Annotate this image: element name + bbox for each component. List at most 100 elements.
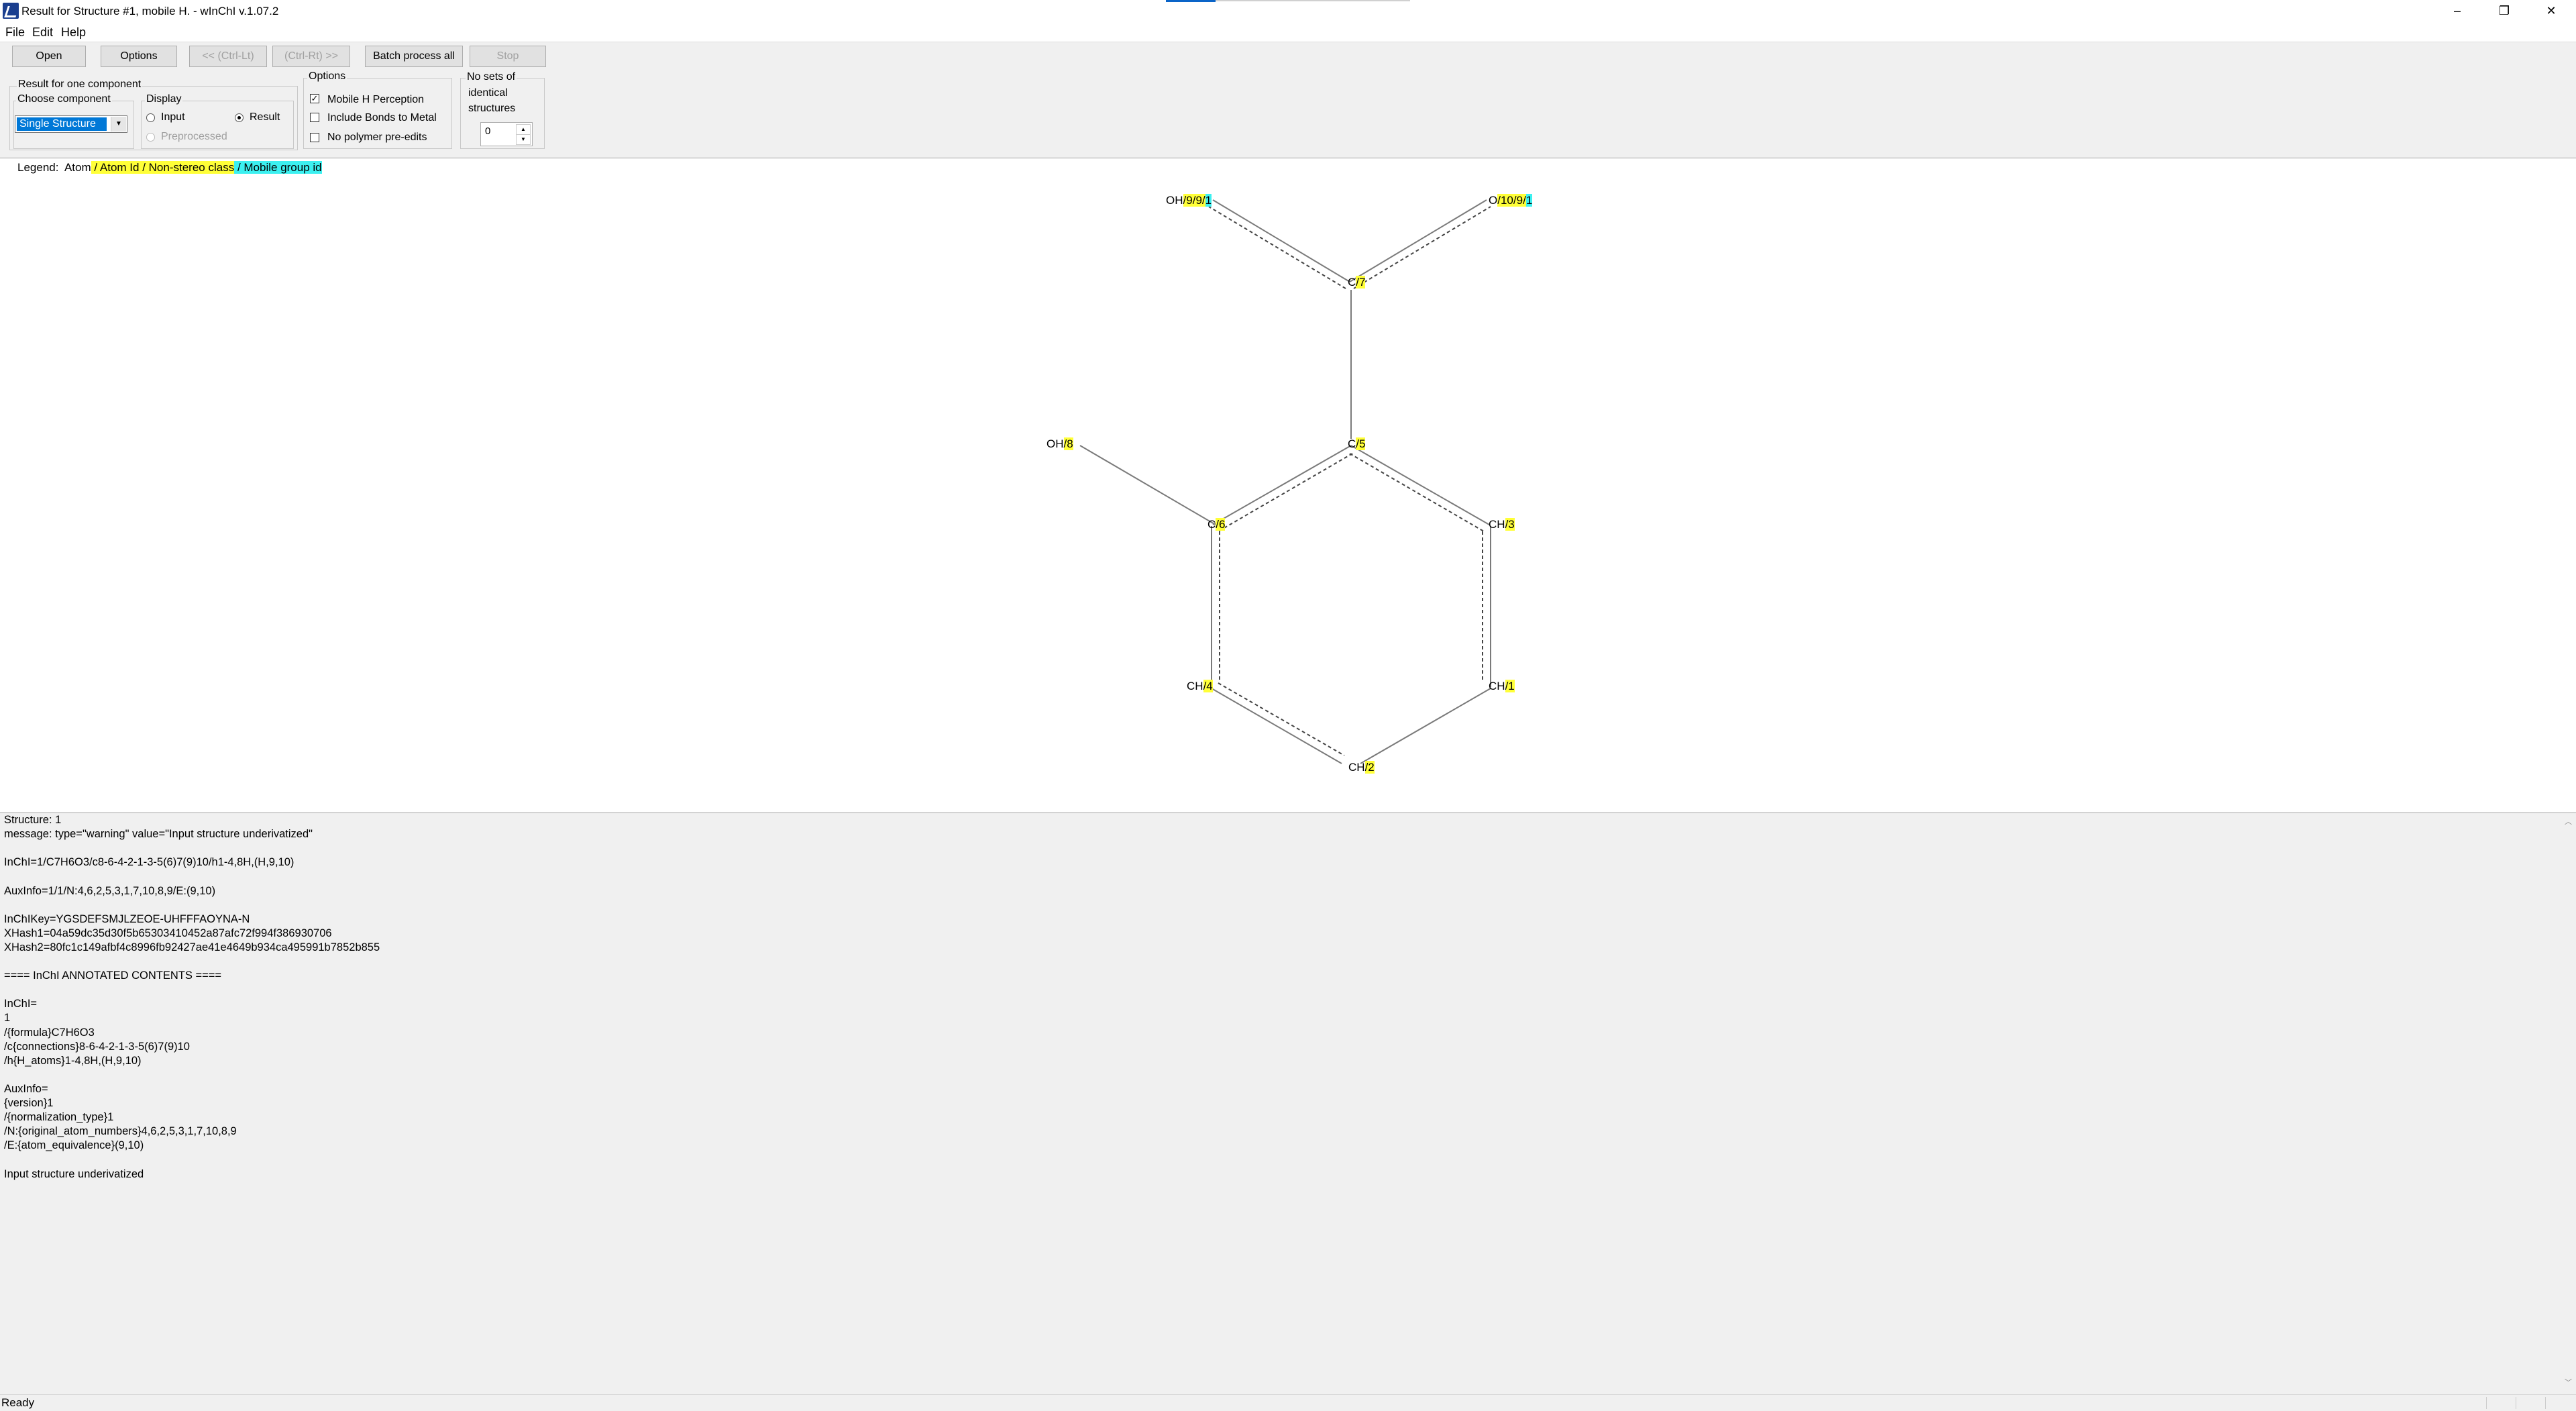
atom-symbol: CH — [1348, 761, 1365, 774]
window-title: Result for Structure #1, mobile H. - wIn… — [21, 5, 279, 17]
legend-atom: Atom — [64, 161, 91, 174]
close-button[interactable]: ✕ — [2528, 0, 2575, 23]
scroll-down-icon[interactable]: ﹀ — [2565, 1377, 2572, 1388]
output-line: AuxInfo= — [4, 1082, 48, 1095]
menu-edit[interactable]: Edit — [32, 25, 53, 40]
result-group-title: Result for one component — [17, 79, 143, 91]
input-radio-label: Input — [161, 111, 185, 123]
spin-down-icon[interactable]: ▼ — [516, 134, 531, 145]
open-button[interactable]: Open — [12, 46, 86, 67]
atom-symbol: C — [1208, 518, 1216, 531]
atom-mobile-group: 1 — [1205, 194, 1212, 207]
atom-ch3: CH/3 — [1489, 518, 1515, 531]
output-line: message: type="warning" value="Input str… — [4, 828, 313, 841]
legend: Legend: Atom / Atom Id / Non-stereo clas… — [17, 161, 322, 174]
legend-mobile-group: Mobile group id — [244, 161, 322, 174]
no-polymer-checkbox[interactable] — [310, 133, 319, 142]
atom-id: 10 — [1500, 194, 1513, 207]
output-textarea[interactable] — [0, 813, 2561, 1394]
output-line: XHash2=80fc1c149afbf4c8996fb92427ae41e46… — [4, 941, 380, 953]
spin-up-icon[interactable]: ▲ — [516, 124, 531, 135]
identical-line3: structures — [468, 103, 516, 114]
output-line: Input structure underivatized — [4, 1167, 144, 1180]
next-structure-button[interactable]: (Ctrl-Rt) >> — [272, 46, 350, 67]
status-pane-2 — [2516, 1397, 2546, 1409]
atom-symbol: CH — [1489, 518, 1505, 531]
title-bar — [0, 0, 2576, 23]
atom-ch1: CH/1 — [1489, 680, 1515, 692]
options-button[interactable]: Options — [101, 46, 177, 67]
atom-id: 4 — [1206, 680, 1213, 692]
atom-id: 6 — [1219, 518, 1226, 531]
output-line: XHash1=04a59dc35d30f5b65303410452a87afc7… — [4, 927, 332, 939]
legend-sep1: / — [91, 161, 100, 174]
batch-process-button[interactable]: Batch process all — [365, 46, 463, 67]
output-scrollbar[interactable]: ︿ ﹀ — [2561, 813, 2576, 1394]
atom-id: 2 — [1368, 761, 1375, 774]
app-icon — [3, 3, 19, 19]
atom-id: 8 — [1067, 437, 1073, 450]
atom-id: 5 — [1359, 437, 1366, 450]
output-line: InChI=1/C7H6O3/c8-6-4-2-1-3-5(6)7(9)10/h… — [4, 856, 294, 869]
restore-button[interactable]: ❐ — [2481, 0, 2528, 23]
minimize-button[interactable]: – — [2434, 0, 2481, 23]
atom-c7: C/7 — [1348, 276, 1366, 289]
input-radio[interactable] — [146, 113, 155, 122]
legend-sep2: / — [139, 161, 149, 174]
atom-o10: O/10/9/1 — [1489, 194, 1533, 207]
atom-symbol: OH — [1166, 194, 1183, 207]
atom-mobile-group: 1 — [1525, 194, 1533, 207]
status-bar — [0, 1394, 2576, 1411]
mobile-h-label: Mobile H Perception — [327, 94, 425, 105]
atom-id: 3 — [1508, 518, 1515, 531]
output-line: /{normalization_type}1 — [4, 1111, 114, 1124]
mobile-h-checkbox[interactable]: ✓ — [310, 94, 319, 103]
menu-file[interactable]: File — [5, 25, 25, 40]
taskbar-strip — [1216, 0, 1410, 1]
status-text: Ready — [1, 1396, 35, 1409]
scroll-up-icon[interactable]: ︿ — [2565, 816, 2572, 827]
options-group-title: Options — [307, 70, 347, 83]
identical-line1: No sets of — [466, 71, 517, 83]
result-radio[interactable] — [235, 113, 244, 122]
legend-non-stereo: Non-stereo class — [148, 161, 235, 174]
legend-atom-id: Atom Id — [99, 161, 140, 174]
atom-symbol: O — [1489, 194, 1498, 207]
output-line: AuxInfo=1/1/N:4,6,2,5,3,1,7,10,8,9/E:(9,… — [4, 884, 216, 897]
output-line: InChIKey=YGSDEFSMJLZEOE-UHFFFAOYNA-N — [4, 912, 250, 925]
preprocessed-radio[interactable] — [146, 133, 155, 142]
atom-class: 9 — [1195, 194, 1202, 207]
molecule-bonds — [1079, 199, 1491, 764]
atom-ch2: CH/2 — [1348, 761, 1375, 774]
prev-structure-button[interactable]: << (Ctrl-Lt) — [189, 46, 267, 67]
preprocessed-radio-label: Preprocessed — [161, 131, 227, 142]
menu-help[interactable]: Help — [61, 25, 86, 40]
stop-button[interactable]: Stop — [470, 46, 546, 67]
chevron-down-icon[interactable]: ▼ — [111, 117, 126, 132]
status-pane-1 — [2486, 1397, 2516, 1409]
legend-label: Legend: — [17, 161, 59, 174]
include-bonds-metal-checkbox[interactable] — [310, 113, 319, 122]
output-line: InChI= — [4, 998, 38, 1010]
output-line: /h{H_atoms}1-4,8H,(H,9,10) — [4, 1054, 142, 1067]
result-radio-label: Result — [250, 111, 280, 123]
structure-canvas[interactable] — [0, 158, 2576, 813]
component-select[interactable]: Single Structure ▼ — [15, 115, 127, 133]
menu-bar — [0, 23, 2576, 42]
choose-component-label: Choose component — [16, 93, 112, 105]
output-line: ==== InChI ANNOTATED CONTENTS ==== — [4, 970, 222, 982]
atom-symbol: CH — [1489, 680, 1505, 692]
legend-sep3: / — [234, 161, 244, 174]
atom-id: 7 — [1359, 276, 1366, 289]
atom-oh9: OH/9/9/1 — [1166, 194, 1212, 207]
identical-line2: identical — [468, 87, 508, 99]
output-line: /c{connections}8-6-4-2-1-3-5(6)7(9)10 — [4, 1040, 190, 1053]
atom-symbol: C — [1348, 437, 1356, 450]
atom-id: 9 — [1186, 194, 1193, 207]
output-line: /E:{atom_equivalence}(9,10) — [4, 1139, 144, 1152]
output-line: 1 — [4, 1012, 11, 1025]
no-polymer-label: No polymer pre-edits — [327, 132, 427, 143]
atom-id: 1 — [1508, 680, 1515, 692]
identical-sets-spinner[interactable]: 0 ▲ ▼ — [480, 122, 533, 146]
atom-symbol: C — [1348, 276, 1356, 289]
